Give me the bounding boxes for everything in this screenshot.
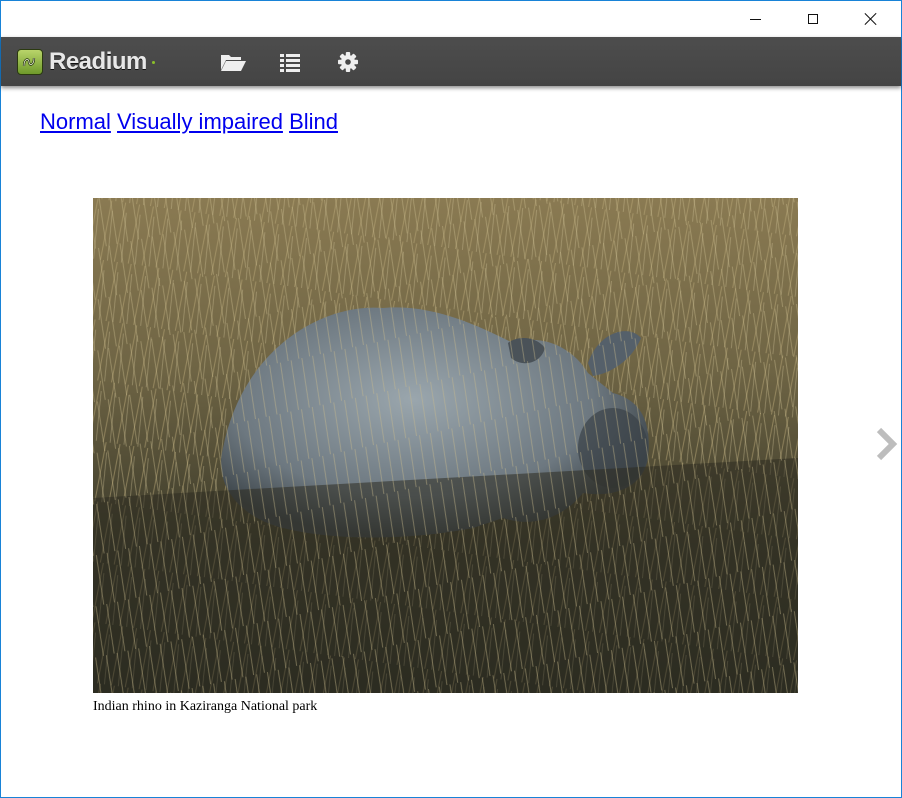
app-logo[interactable]: Readium <box>17 47 155 77</box>
list-icon <box>280 54 300 72</box>
table-of-contents-button[interactable] <box>275 48 305 76</box>
logo-dot <box>151 60 155 64</box>
settings-button[interactable] <box>333 48 363 76</box>
close-button[interactable] <box>842 1 900 37</box>
style-switcher: Normal Visually impaired Blind <box>40 109 338 135</box>
reader-toolbar: Readium <box>1 37 901 86</box>
minimize-button[interactable] <box>726 1 784 37</box>
app-name: Readium <box>49 48 147 75</box>
readium-logo-icon <box>17 49 43 75</box>
next-page-button[interactable] <box>873 425 901 463</box>
chevron-right-icon <box>876 427 898 461</box>
maximize-icon <box>808 14 818 24</box>
gear-icon <box>338 52 358 72</box>
maximize-button[interactable] <box>784 1 842 37</box>
close-icon <box>865 13 877 25</box>
style-link-visually-impaired[interactable]: Visually impaired <box>117 109 283 134</box>
app-window: Readium Normal Visually impaired Blind I… <box>0 0 902 798</box>
minimize-icon <box>749 18 761 20</box>
title-bar <box>1 1 901 37</box>
folder-open-icon <box>221 55 246 71</box>
style-link-blind[interactable]: Blind <box>289 109 338 134</box>
rhino-photo <box>93 198 798 693</box>
figure: Indian rhino in Kaziranga National park <box>93 198 798 715</box>
style-link-normal[interactable]: Normal <box>40 109 111 134</box>
open-library-button[interactable] <box>218 48 248 76</box>
figure-caption: Indian rhino in Kaziranga National park <box>93 699 318 714</box>
